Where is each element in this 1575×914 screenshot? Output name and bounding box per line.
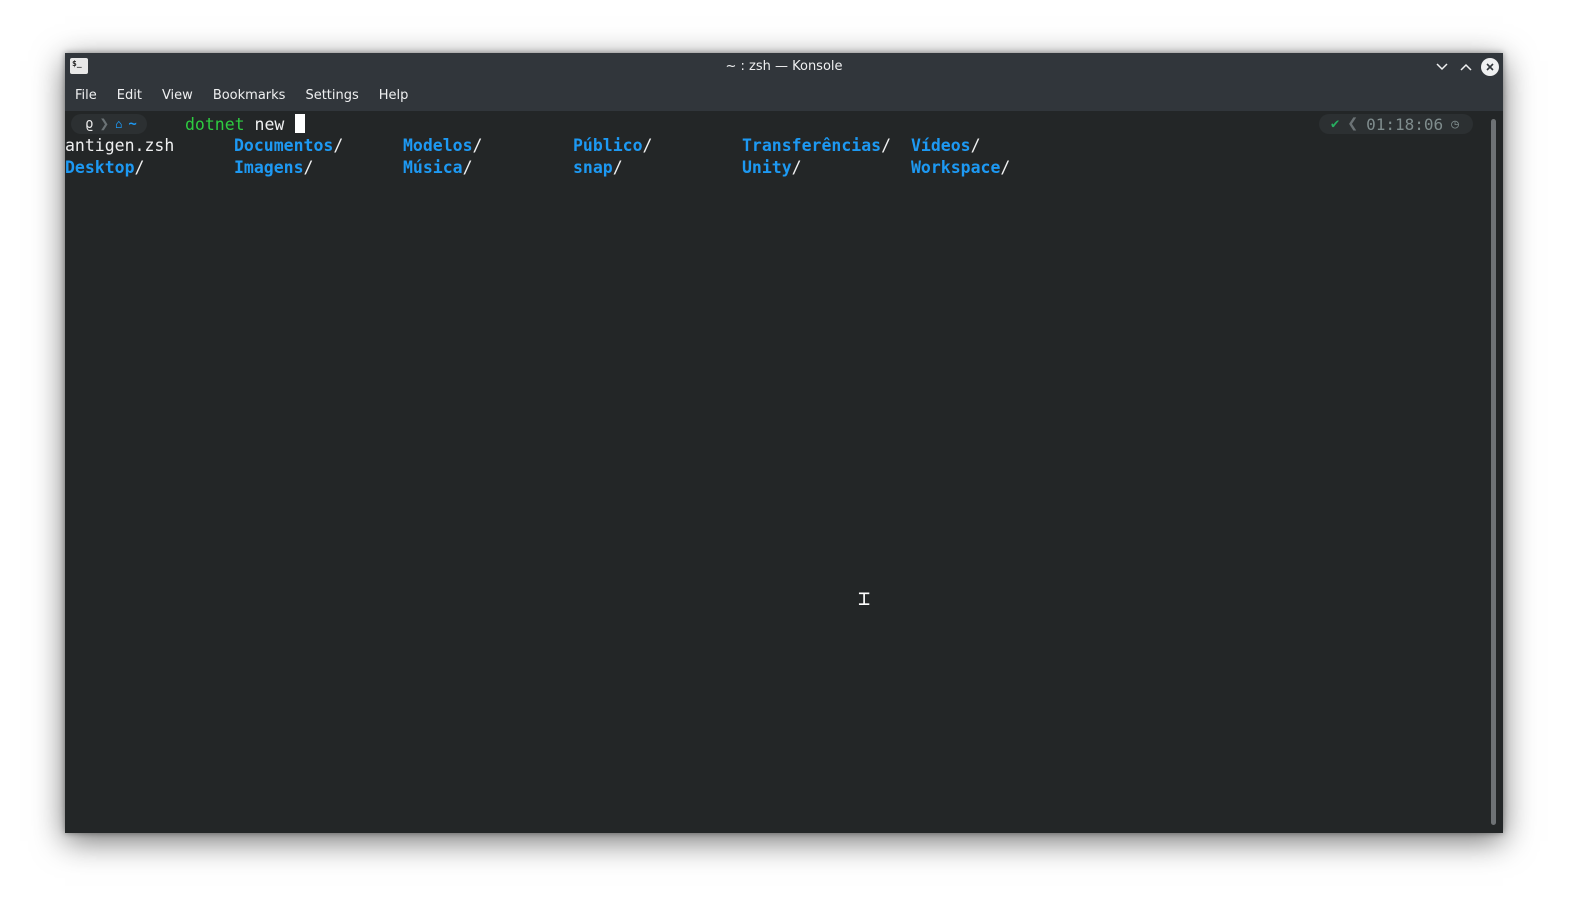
mouse-ibeam-icon: ⌶: [858, 586, 871, 610]
prompt-path: ~: [128, 116, 137, 132]
window-title: ~ : zsh — Konsole: [725, 59, 843, 74]
close-button[interactable]: [1481, 58, 1499, 76]
window-controls: [1433, 57, 1499, 77]
menu-file[interactable]: File: [65, 81, 107, 111]
chevron-up-icon: [1460, 63, 1472, 71]
list-item: Desktop/: [65, 158, 145, 177]
maximize-button[interactable]: [1457, 58, 1475, 76]
close-icon: [1481, 58, 1499, 76]
command-input[interactable]: dotnet new: [185, 114, 306, 135]
prompt-time: 01:18:06: [1366, 114, 1444, 134]
vertical-scrollbar[interactable]: [1485, 111, 1503, 833]
command-args: new: [254, 115, 285, 134]
menu-view[interactable]: View: [152, 81, 203, 111]
list-item: Vídeos/: [911, 136, 981, 155]
list-item: Transferências/: [742, 136, 892, 155]
minimize-button[interactable]: [1433, 58, 1451, 76]
command-name: dotnet: [185, 115, 245, 134]
prompt-right-segment: ✔ ❮ 01:18:06 ◷: [1318, 113, 1473, 134]
list-item: Música/: [403, 158, 473, 177]
list-item: Workspace/: [911, 158, 1011, 177]
prompt-left-segment: ϱ ❯ ⌂ ~: [71, 114, 147, 134]
title-bar[interactable]: $_ ~ : zsh — Konsole: [65, 53, 1503, 81]
menu-help[interactable]: Help: [369, 81, 419, 111]
prompt-line: ϱ ❯ ⌂ ~ dotnet new ✔ ❮ 01:18:06 ◷: [65, 113, 1485, 135]
text-cursor: [295, 114, 306, 133]
distro-icon: ϱ: [85, 116, 94, 132]
menu-settings[interactable]: Settings: [295, 81, 368, 111]
menu-bookmarks[interactable]: Bookmarks: [203, 81, 296, 111]
menu-edit[interactable]: Edit: [107, 81, 152, 111]
home-icon: ⌂: [115, 117, 123, 131]
list-item: Público/: [573, 136, 653, 155]
terminal-area[interactable]: ϱ ❯ ⌂ ~ dotnet new ✔ ❮ 01:18:06 ◷ antige…: [65, 111, 1485, 833]
segment-separator: ❮: [1347, 113, 1359, 134]
list-item: antigen.zsh: [65, 136, 175, 155]
scrollbar-thumb[interactable]: [1491, 119, 1496, 825]
list-item: snap/: [573, 158, 623, 177]
chevron-down-icon: [1436, 63, 1448, 71]
menu-bar: File Edit View Bookmarks Settings Help: [65, 81, 1503, 111]
segment-separator: ❯: [99, 114, 110, 133]
list-item: Imagens/: [234, 158, 314, 177]
list-item: Unity/: [742, 158, 802, 177]
konsole-window: $_ ~ : zsh — Konsole File Edit View Book…: [65, 53, 1503, 833]
checkmark-icon: ✔: [1330, 116, 1340, 132]
list-item: Modelos/: [403, 136, 483, 155]
list-item: Documentos/: [234, 136, 344, 155]
clock-icon: ◷: [1451, 116, 1459, 132]
